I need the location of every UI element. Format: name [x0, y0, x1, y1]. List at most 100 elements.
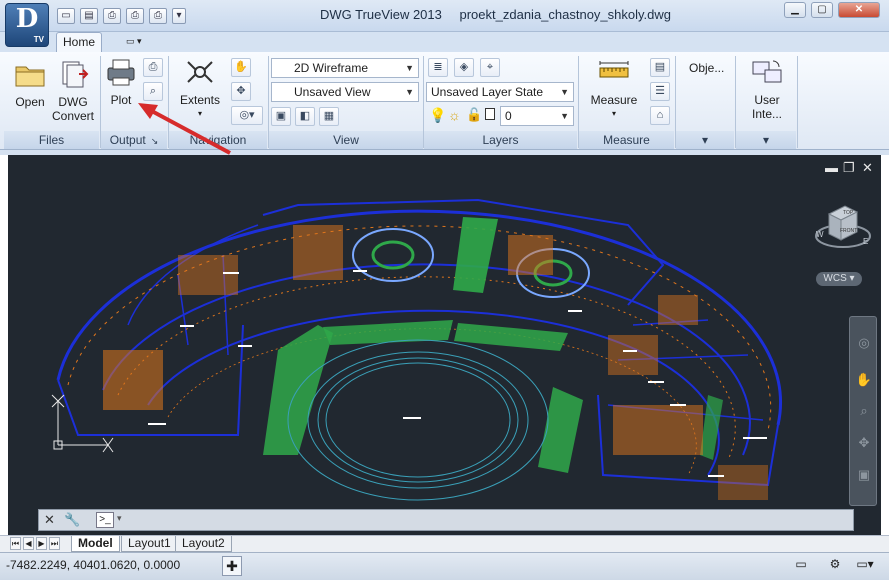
zoom-icon[interactable]: ⌕ [854, 403, 874, 421]
layer-filter-icon[interactable]: ⌖ [480, 58, 500, 77]
id-point-icon[interactable]: ⌂ [650, 106, 670, 125]
cube-top-label: TOP [843, 210, 854, 216]
named-view-combo[interactable]: Unsaved View ▼ [271, 82, 419, 102]
open-icon[interactable]: ▭ [57, 8, 75, 24]
tab-layout2[interactable]: Layout2 [175, 536, 232, 552]
layer-states-icon[interactable]: ◈ [454, 58, 474, 77]
cube-front-label: FRONT [840, 228, 857, 234]
snap-icon[interactable]: ✚ [222, 556, 242, 576]
compass-east: E [863, 237, 868, 246]
wcs-menu[interactable]: WCS ▾ [816, 272, 862, 286]
window-title: DWG TrueView 2013 proekt_zdania_chastnoy… [320, 7, 671, 22]
dropdown-arrow-icon: ▼ [405, 63, 414, 73]
status-menu-icon[interactable]: ▭▾ [850, 557, 880, 575]
panel-layers-title: Layers [424, 131, 577, 149]
dwg-label: DWG [58, 95, 88, 109]
batch-plot-icon[interactable]: ⎙ [149, 8, 167, 24]
objects-panel-expander[interactable]: ▾ [676, 131, 734, 149]
tab-layout1[interactable]: Layout1 [121, 536, 178, 552]
command-close-icon[interactable]: ✕ [44, 512, 55, 528]
measure-dropdown-icon: ▾ [611, 109, 616, 118]
visual-style-combo[interactable]: 2D Wireframe ▼ [271, 58, 419, 78]
next-layout-icon[interactable]: ▶ [36, 537, 47, 550]
orbit-icon[interactable]: ✥ [854, 435, 874, 453]
ruler-icon [599, 61, 629, 78]
minimize-button[interactable]: ▁ [784, 2, 806, 18]
navigation-bar: ◎ ✋ ⌕ ✥ ▣ [849, 316, 877, 506]
zoom-extents-icon [187, 61, 213, 83]
red-callout-arrow [138, 103, 231, 155]
compass-west: W [816, 230, 824, 239]
shaded-cube-icon[interactable]: ◧ [295, 107, 315, 126]
drawing-canvas[interactable] [8, 155, 881, 535]
visual-style-value: 2D Wireframe [294, 61, 369, 75]
app-letter: D [15, 4, 39, 34]
open-button[interactable]: Open [10, 60, 50, 109]
sun-icon[interactable]: ☼ [448, 107, 461, 123]
viewport-restore-icon[interactable]: ❐ [843, 160, 855, 176]
ribbon-minimize-icon[interactable]: ▭ ▾ [126, 36, 154, 48]
view-cube-icon: TOP FRONT W E [815, 205, 871, 248]
maximize-button[interactable]: ▢ [811, 2, 833, 18]
dropdown-arrow-icon: ▼ [405, 87, 414, 97]
pan-icon[interactable]: ✋ [231, 58, 251, 77]
folder-icon [15, 66, 45, 87]
wcs-label: WCS [823, 273, 847, 284]
viewport-close-icon[interactable]: ✕ [862, 160, 873, 176]
tab-model[interactable]: Model [71, 536, 120, 552]
save-icon[interactable]: ▤ [80, 8, 98, 24]
first-layout-icon[interactable]: ⏮ [10, 537, 21, 550]
application-menu-button[interactable]: D TV [5, 3, 49, 47]
coordinates-readout: -7482.2249, 40401.0620, 0.0000 [6, 558, 181, 572]
print-icon[interactable]: ⎙ [103, 8, 121, 24]
lock-icon[interactable]: 🔓 [466, 107, 482, 123]
layer-value: 0 [505, 109, 512, 123]
plot-preview-icon[interactable]: ⎙ [126, 8, 144, 24]
viewport-icon[interactable]: ▦ [319, 107, 339, 126]
pan-icon[interactable]: ✋ [854, 372, 874, 390]
floor-plan-drawing [51, 198, 782, 501]
measure-label: Measure [590, 93, 638, 107]
steering-wheel-icon[interactable]: ◎ [854, 335, 874, 353]
green-hatch-courtyard [453, 217, 498, 293]
ui-panel-expander[interactable]: ▾ [736, 131, 796, 149]
maximize-viewport-icon[interactable]: ▭ [792, 557, 810, 575]
workspace-icon[interactable]: ⚙ [826, 557, 844, 575]
view-cube[interactable]: TOP FRONT W E [815, 200, 871, 270]
file-name: proekt_zdania_chastnoy_shkoly.dwg [459, 7, 672, 22]
view-cube-icon[interactable]: ▣ [271, 107, 291, 126]
quick-access-dropdown-icon[interactable]: ▾ [172, 8, 186, 24]
open-label: Open [15, 95, 45, 109]
named-view-value: Unsaved View [294, 85, 371, 99]
command-prompt-icon[interactable]: >_ [96, 512, 114, 528]
green-hatch-east [538, 387, 583, 473]
measure-button[interactable]: Measure ▾ [588, 58, 640, 121]
layer-properties-icon[interactable]: ≣ [428, 58, 448, 77]
close-button[interactable]: ✕ [838, 2, 880, 18]
wrench-icon[interactable]: 🔧 [64, 512, 80, 528]
measure-distance-icon[interactable]: ▤ [650, 58, 670, 77]
layer-state-combo[interactable]: Unsaved Layer State ▼ [426, 82, 574, 102]
dwg-convert-button[interactable]: DWG Convert [50, 60, 96, 123]
layer-state-value: Unsaved Layer State [431, 85, 544, 99]
command-line[interactable]: ✕ 🔧 >_ ▾ [38, 509, 854, 531]
layer-color-swatch[interactable] [485, 108, 495, 120]
user-interface-icon [752, 60, 782, 83]
prev-layout-icon[interactable]: ◀ [23, 537, 34, 550]
central-courtyard [287, 339, 549, 501]
user-interface-label: User Inte... [751, 93, 783, 121]
panel-separator [797, 56, 798, 148]
objects-label[interactable]: Obje... [689, 61, 724, 75]
lightbulb-icon[interactable]: 💡 [429, 107, 446, 124]
last-layout-icon[interactable]: ⏭ [49, 537, 60, 550]
app-title: DWG TrueView 2013 [320, 7, 442, 22]
command-history-dropdown-icon[interactable]: ▾ [117, 513, 122, 524]
panel-files-title: Files [4, 131, 99, 149]
list-icon[interactable]: ☰ [650, 82, 670, 101]
viewport-minimize-icon[interactable]: ▬ [825, 160, 838, 175]
layer-combo[interactable]: 0 ▼ [500, 106, 574, 126]
showmotion-icon[interactable]: ▣ [854, 467, 874, 485]
batch-plot-icon[interactable]: ⎙ [143, 58, 163, 77]
user-interface-button[interactable]: User Inte... [738, 58, 796, 121]
tab-home[interactable]: Home [56, 32, 102, 52]
